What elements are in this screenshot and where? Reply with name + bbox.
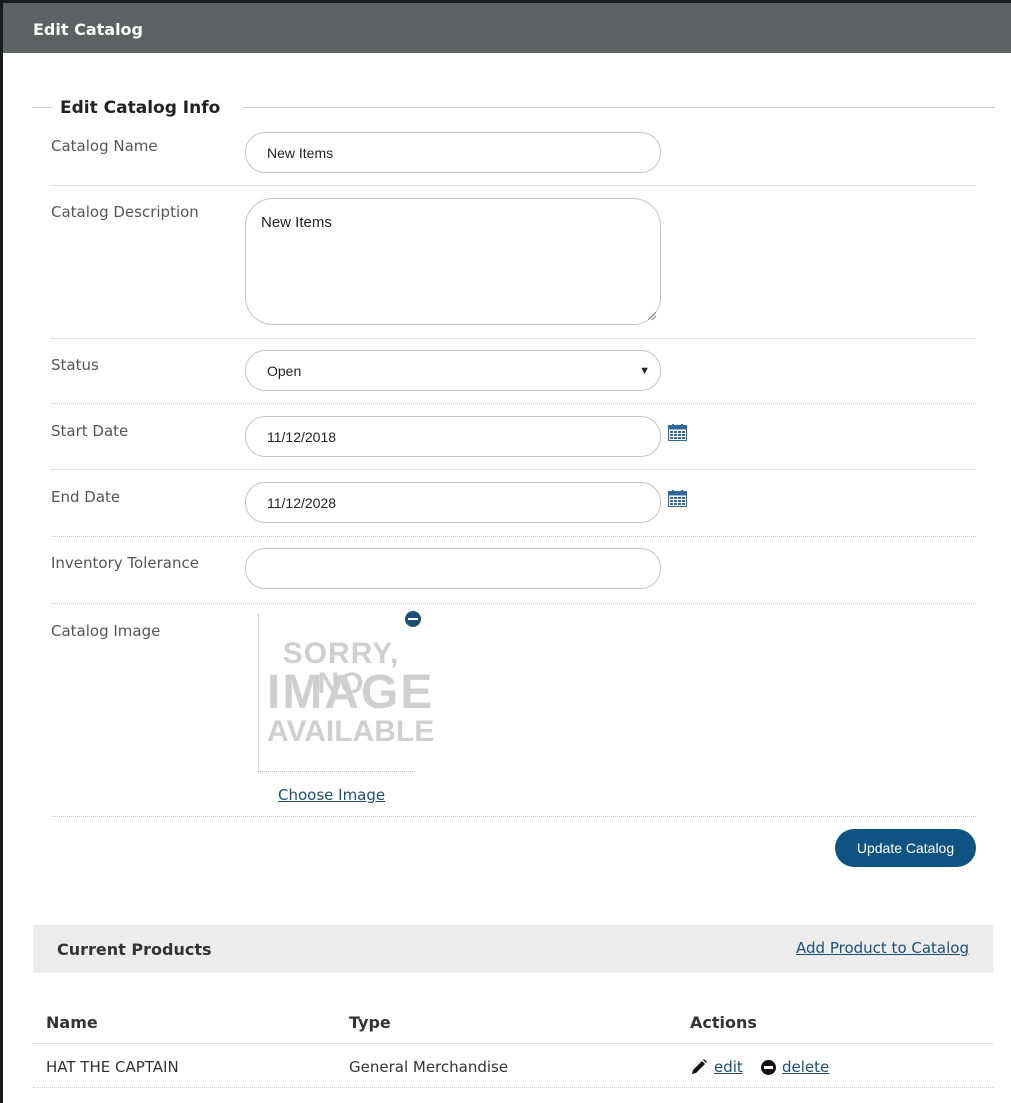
catalog-description-value: New Items: [261, 214, 332, 231]
row-divider: [51, 536, 976, 537]
catalog-description-textarea[interactable]: New Items: [245, 198, 661, 325]
catalog-image-label: Catalog Image: [51, 622, 161, 640]
row-divider: [51, 603, 976, 604]
resize-grip-icon[interactable]: [648, 312, 656, 320]
catalog-name-input[interactable]: New Items: [245, 132, 661, 173]
start-date-label: Start Date: [51, 422, 129, 440]
product-type-cell: General Merchandise: [349, 1058, 509, 1076]
delete-link[interactable]: delete: [782, 1058, 829, 1076]
edit-link[interactable]: edit: [714, 1058, 743, 1076]
dropdown-arrow-icon: ▼: [639, 365, 650, 377]
current-products-header: Current Products Add Product to Catalog: [33, 925, 993, 973]
pencil-icon: [692, 1059, 707, 1074]
status-label: Status: [51, 356, 99, 374]
row-divider: [51, 469, 976, 470]
edit-action[interactable]: edit: [690, 1058, 743, 1076]
no-image-placeholder: SORRY, NO IMAGE AVAILABLE: [258, 614, 435, 772]
start-date-input[interactable]: 11/12/2018: [245, 416, 661, 457]
row-divider: [51, 403, 976, 404]
inventory-tolerance-input[interactable]: [245, 548, 661, 589]
choose-image-link[interactable]: Choose Image: [278, 786, 385, 804]
calendar-icon[interactable]: [668, 490, 687, 507]
catalog-description-label: Catalog Description: [51, 203, 199, 221]
placeholder-text: AVAILABLE: [267, 715, 435, 748]
row-divider: [51, 816, 976, 817]
update-catalog-button[interactable]: Update Catalog: [835, 829, 976, 867]
row-divider: [51, 338, 976, 339]
section-title: Current Products: [57, 940, 212, 959]
fieldset-border: [243, 107, 995, 108]
end-date-input[interactable]: 11/12/2028: [245, 482, 661, 523]
catalog-name-label: Catalog Name: [51, 137, 158, 155]
table-divider: [33, 1043, 993, 1044]
fieldset-border: [32, 107, 52, 108]
minus-circle-icon: [761, 1059, 776, 1075]
delete-action[interactable]: delete: [761, 1058, 829, 1076]
row-divider: [51, 185, 976, 186]
column-header-type: Type: [349, 1013, 391, 1032]
column-header-name: Name: [46, 1013, 98, 1032]
column-header-actions: Actions: [690, 1013, 757, 1032]
inventory-tolerance-label: Inventory Tolerance: [51, 554, 199, 572]
status-selected-value: Open: [267, 363, 302, 379]
calendar-icon[interactable]: [668, 424, 687, 441]
page-title: Edit Catalog: [3, 3, 1011, 53]
placeholder-text: IMAGE: [267, 666, 435, 719]
add-product-link[interactable]: Add Product to Catalog: [796, 939, 969, 957]
end-date-label: End Date: [51, 488, 121, 506]
remove-image-icon[interactable]: [405, 611, 421, 627]
fieldset-legend: Edit Catalog Info: [60, 98, 221, 118]
table-row-divider: [33, 1087, 993, 1088]
status-select[interactable]: Open ▼: [245, 350, 661, 391]
product-name-cell: HAT THE CAPTAIN: [46, 1058, 179, 1076]
